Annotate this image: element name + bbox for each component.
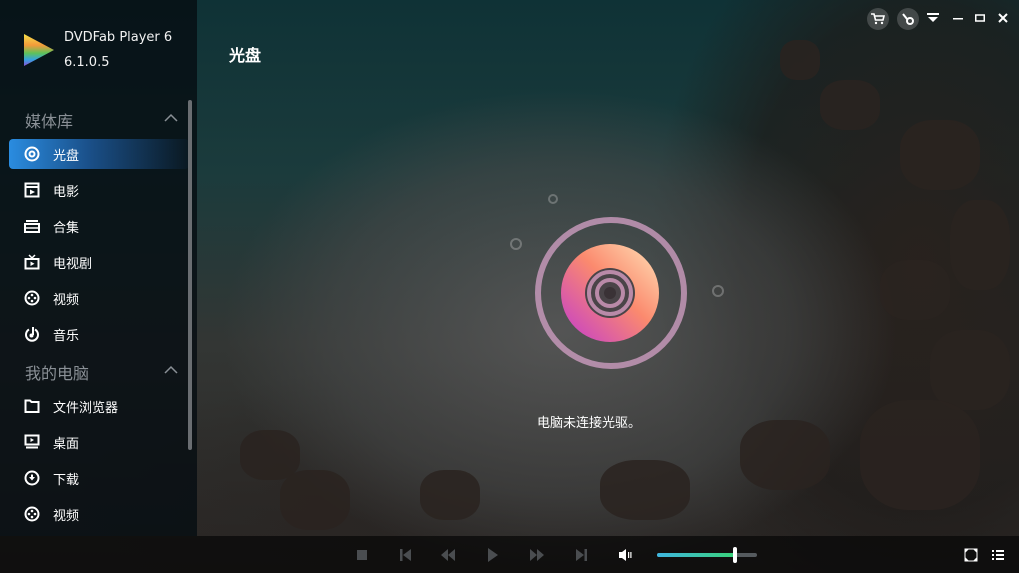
menu-button[interactable] <box>925 10 941 26</box>
disc-illustration-icon <box>535 217 687 369</box>
playlist-icon[interactable] <box>991 548 1005 562</box>
close-button[interactable] <box>995 10 1011 26</box>
store-button[interactable] <box>867 8 889 30</box>
minimize-button[interactable] <box>950 10 966 26</box>
app-logo-icon <box>24 34 54 66</box>
sidebar-item-disc[interactable]: 光盘 <box>9 139 189 169</box>
activate-key-button[interactable] <box>897 8 919 30</box>
app-name: DVDFab Player 6 <box>64 30 173 45</box>
sidebar-item-tv-shows[interactable]: 电视剧 <box>9 247 189 277</box>
maximize-icon <box>975 14 985 22</box>
tv-icon <box>24 254 40 270</box>
film-reel-icon <box>24 290 40 306</box>
sidebar-item-label: 视频 <box>53 292 80 308</box>
sidebar-item-downloads[interactable]: 下载 <box>9 463 189 493</box>
maximize-button[interactable] <box>972 10 988 26</box>
section-my-computer[interactable]: 我的电脑 <box>25 360 89 384</box>
music-icon <box>24 326 40 342</box>
decor-circle <box>548 194 558 204</box>
sidebar-item-desktop[interactable]: 桌面 <box>9 427 189 457</box>
menu-dropdown-icon <box>927 13 939 22</box>
sidebar-item-local-videos[interactable]: 视频 <box>9 499 189 529</box>
app-version: 6.1.0.5 <box>64 55 110 70</box>
rewind-icon[interactable] <box>441 548 455 562</box>
decor-circle <box>510 238 522 250</box>
fullscreen-icon[interactable] <box>964 548 978 562</box>
minimize-icon <box>953 18 963 20</box>
sidebar-item-music[interactable]: 音乐 <box>9 319 189 349</box>
next-icon[interactable] <box>574 548 588 562</box>
previous-icon[interactable] <box>399 548 413 562</box>
sidebar-item-label: 文件浏览器 <box>53 400 119 416</box>
desktop-icon <box>24 434 40 450</box>
disc-icon <box>24 146 40 162</box>
folder-icon <box>24 398 40 414</box>
sidebar: DVDFab Player 6 6.1.0.5 媒体库 光盘 电影 合集 电视剧… <box>0 0 197 536</box>
volume-slider[interactable] <box>657 547 757 563</box>
sidebar-item-label: 电影 <box>53 184 80 200</box>
sidebar-item-label: 视频 <box>53 508 80 524</box>
sidebar-item-label: 音乐 <box>53 328 80 344</box>
page-title: 光盘 <box>229 46 262 65</box>
sidebar-item-label: 光盘 <box>53 148 80 164</box>
chevron-up-icon[interactable] <box>164 365 178 375</box>
sidebar-item-label: 电视剧 <box>53 256 93 272</box>
cart-icon <box>871 13 885 25</box>
sidebar-scrollbar[interactable] <box>188 100 192 450</box>
sidebar-item-label: 合集 <box>53 220 80 236</box>
sidebar-item-file-browser[interactable]: 文件浏览器 <box>9 391 189 421</box>
sidebar-item-label: 桌面 <box>53 436 80 452</box>
status-message-container: 电脑未连接光驱。 <box>197 412 1019 431</box>
volume-slider-fill <box>657 553 735 557</box>
sidebar-item-videos[interactable]: 视频 <box>9 283 189 313</box>
status-message: 电脑未连接光驱。 <box>536 416 641 431</box>
sidebar-item-label: 下载 <box>53 472 80 488</box>
download-icon <box>24 470 40 486</box>
volume-icon[interactable] <box>618 548 632 562</box>
close-icon <box>998 13 1008 23</box>
sidebar-item-movies[interactable]: 电影 <box>9 175 189 205</box>
chevron-up-icon[interactable] <box>164 113 178 123</box>
decor-circle <box>712 285 724 297</box>
sidebar-item-collections[interactable]: 合集 <box>9 211 189 241</box>
film-reel-icon <box>24 506 40 522</box>
movie-icon <box>24 182 40 198</box>
playback-controls-bar <box>0 536 1019 573</box>
volume-slider-handle[interactable] <box>733 547 737 563</box>
collection-icon <box>24 218 40 234</box>
section-media-library[interactable]: 媒体库 <box>25 108 73 132</box>
fast-forward-icon[interactable] <box>530 548 544 562</box>
play-icon[interactable] <box>486 548 500 562</box>
stop-icon[interactable] <box>355 548 369 562</box>
key-icon <box>902 13 914 25</box>
